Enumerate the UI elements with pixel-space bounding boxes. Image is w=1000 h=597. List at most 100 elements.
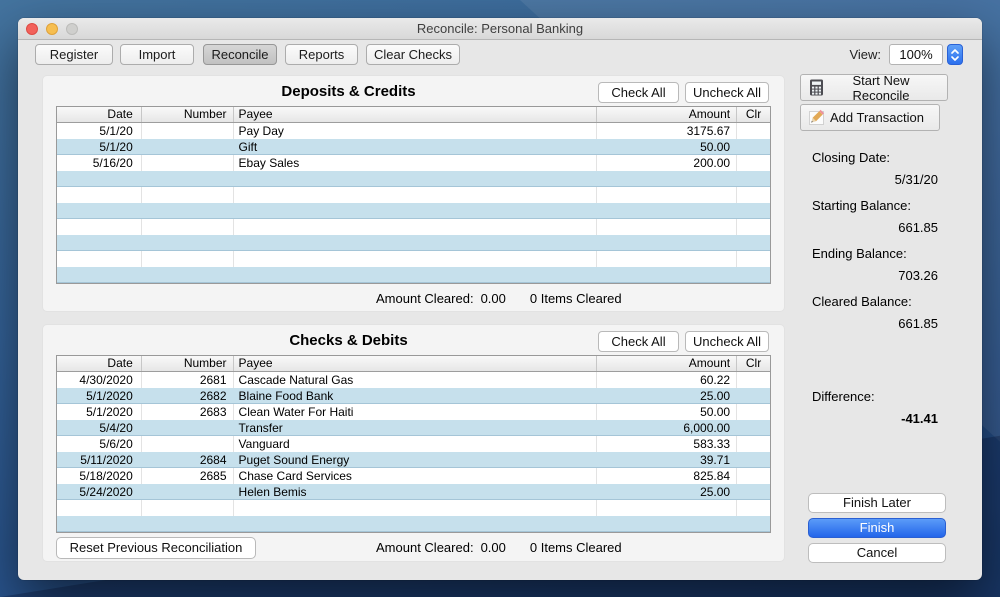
table-row[interactable] [57,171,770,187]
add-transaction-button[interactable]: Add Transaction [800,104,940,131]
table-row[interactable]: 5/6/20 Vanguard 583.33 [57,436,770,452]
cell-amount: 25.00 [597,484,737,500]
cell-number [142,155,234,171]
view-stepper[interactable] [947,44,963,65]
column-header-amount[interactable]: Amount [597,107,737,122]
table-row[interactable]: 5/1/2020 2682 Blaine Food Bank 25.00 [57,388,770,404]
cell-clr[interactable] [737,500,770,516]
checks-uncheck-all-button[interactable]: Uncheck All [685,331,769,352]
view-zoom-field[interactable]: 100% [889,44,943,65]
cell-payee [234,235,598,251]
cell-amount: 39.71 [597,452,737,468]
cell-clr[interactable] [737,171,770,187]
cell-amount [597,235,737,251]
table-row[interactable]: 5/1/20 Pay Day 3175.67 [57,123,770,139]
finish-later-button[interactable]: Finish Later [808,493,946,513]
reset-previous-reconciliation-button[interactable]: Reset Previous Reconciliation [56,537,256,559]
cell-clr[interactable] [737,139,770,155]
reconcile-button[interactable]: Reconcile [203,44,277,65]
table-row[interactable] [57,187,770,203]
cell-date: 5/1/20 [57,139,142,155]
table-row[interactable] [57,235,770,251]
checks-footer: Amount Cleared: 0.00 0 Items Cleared [376,540,622,555]
table-row[interactable]: 5/1/20 Gift 50.00 [57,139,770,155]
table-row[interactable] [57,500,770,516]
column-header-amount[interactable]: Amount [597,356,737,371]
table-row[interactable]: 4/30/2020 2681 Cascade Natural Gas 60.22 [57,372,770,388]
column-header-date[interactable]: Date [57,356,142,371]
cell-number [142,420,234,436]
cell-clr[interactable] [737,187,770,203]
cell-clr[interactable] [737,484,770,500]
pencil-icon [808,109,825,126]
table-row[interactable]: 5/18/2020 2685 Chase Card Services 825.8… [57,468,770,484]
cancel-button[interactable]: Cancel [808,543,946,563]
cell-clr[interactable] [737,219,770,235]
close-window-button[interactable] [26,23,38,35]
table-row[interactable]: 5/4/20 Transfer 6,000.00 [57,420,770,436]
table-row[interactable] [57,267,770,283]
table-row[interactable] [57,203,770,219]
amount-cleared-label: Amount Cleared: [376,291,474,306]
reports-button[interactable]: Reports [285,44,358,65]
deposits-table-header: Date Number Payee Amount Clr [57,107,770,123]
cell-clr[interactable] [737,251,770,267]
calculator-icon [808,79,825,96]
column-header-number[interactable]: Number [142,107,234,122]
cell-payee [234,187,598,203]
cell-number [142,267,234,283]
cell-clr[interactable] [737,388,770,404]
zoom-window-button[interactable] [66,23,78,35]
column-header-date[interactable]: Date [57,107,142,122]
window-titlebar[interactable]: Reconcile: Personal Banking [18,18,982,40]
cell-clr[interactable] [737,235,770,251]
cell-clr[interactable] [737,468,770,484]
table-row[interactable] [57,219,770,235]
cell-number: 2685 [142,468,234,484]
table-row[interactable] [57,251,770,267]
import-button[interactable]: Import [120,44,194,65]
table-row[interactable]: 5/24/2020 Helen Bemis 25.00 [57,484,770,500]
cell-clr[interactable] [737,404,770,420]
deposits-check-all-button[interactable]: Check All [598,82,679,103]
column-header-clr[interactable]: Clr [737,356,770,371]
amount-cleared-value: 0.00 [481,291,506,306]
cell-number [142,139,234,155]
cell-clr[interactable] [737,516,770,532]
cell-date [57,251,142,267]
cell-clr[interactable] [737,372,770,388]
cell-clr[interactable] [737,420,770,436]
checks-table-body: 4/30/2020 2681 Cascade Natural Gas 60.22… [57,372,770,532]
column-header-clr[interactable]: Clr [737,107,770,122]
start-new-reconcile-button[interactable]: Start New Reconcile [800,74,948,101]
cell-clr[interactable] [737,203,770,219]
cell-payee [234,267,598,283]
table-row[interactable]: 5/16/20 Ebay Sales 200.00 [57,155,770,171]
cell-number [142,251,234,267]
amount-cleared-value: 0.00 [481,540,506,555]
cell-date: 5/4/20 [57,420,142,436]
cell-clr[interactable] [737,267,770,283]
column-header-payee[interactable]: Payee [234,107,598,122]
cell-date: 4/30/2020 [57,372,142,388]
cell-clr[interactable] [737,452,770,468]
checks-check-all-button[interactable]: Check All [598,331,679,352]
cell-payee [234,251,598,267]
table-row[interactable]: 5/1/2020 2683 Clean Water For Haiti 50.0… [57,404,770,420]
start-new-reconcile-label: Start New Reconcile [825,73,947,103]
table-row[interactable]: 5/11/2020 2684 Puget Sound Energy 39.71 [57,452,770,468]
cell-clr[interactable] [737,123,770,139]
clear-checks-button[interactable]: Clear Checks [366,44,460,65]
register-button[interactable]: Register [35,44,113,65]
cell-number: 2684 [142,452,234,468]
minimize-window-button[interactable] [46,23,58,35]
finish-button[interactable]: Finish [808,518,946,538]
table-row[interactable] [57,516,770,532]
cell-clr[interactable] [737,436,770,452]
traffic-lights [26,23,78,35]
column-header-number[interactable]: Number [142,356,234,371]
column-header-payee[interactable]: Payee [234,356,598,371]
cell-clr[interactable] [737,155,770,171]
deposits-uncheck-all-button[interactable]: Uncheck All [685,82,769,103]
ending-balance-label: Ending Balance: [812,246,907,261]
